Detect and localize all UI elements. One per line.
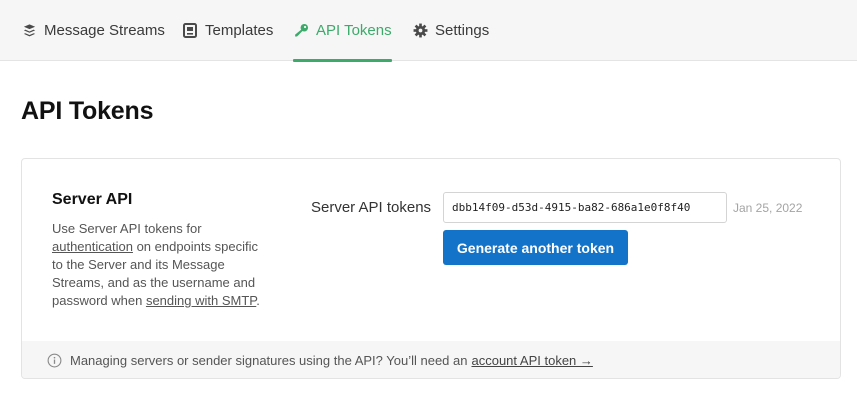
tab-api-tokens[interactable]: API Tokens	[293, 0, 392, 62]
top-nav: Message Streams Templates API Tokens Set…	[0, 0, 857, 62]
server-api-card: Server API Use Server API tokens for auth…	[21, 158, 841, 379]
tab-settings[interactable]: Settings	[412, 0, 489, 61]
tab-label: Message Streams	[44, 22, 165, 39]
account-api-token-link[interactable]: account API token →	[471, 353, 592, 368]
section-title: Server API	[52, 191, 133, 208]
tab-templates[interactable]: Templates	[182, 0, 273, 61]
card-footer: Managing servers or sender signatures us…	[22, 341, 840, 378]
tab-label: Templates	[205, 22, 274, 39]
authentication-link[interactable]: authentication	[52, 239, 133, 254]
tab-message-streams[interactable]: Message Streams	[21, 0, 165, 61]
card-body: Server API Use Server API tokens for auth…	[22, 159, 840, 341]
info-icon	[47, 353, 62, 368]
stack-icon	[21, 23, 37, 39]
token-date: Jan 25, 2022	[733, 201, 803, 215]
tab-label: API Tokens	[316, 22, 392, 39]
page-title: API Tokens	[21, 97, 154, 125]
desc-text: .	[256, 293, 260, 308]
generate-token-button[interactable]: Generate another token	[443, 230, 628, 265]
template-icon	[182, 23, 198, 39]
tab-label: Settings	[435, 22, 490, 39]
tokens-label: Server API tokens	[311, 199, 432, 216]
sending-with-smtp-link[interactable]: sending with SMTP	[146, 293, 256, 308]
section-description: Use Server API tokens for authentication …	[52, 220, 267, 310]
footer-text: Managing servers or sender signatures us…	[70, 353, 468, 368]
key-icon	[293, 23, 309, 39]
desc-text: Use Server API tokens for	[52, 221, 202, 236]
token-field[interactable]: dbb14f09-d53d-4915-ba82-686a1e0f8f40	[443, 192, 727, 223]
gear-icon	[412, 23, 428, 39]
